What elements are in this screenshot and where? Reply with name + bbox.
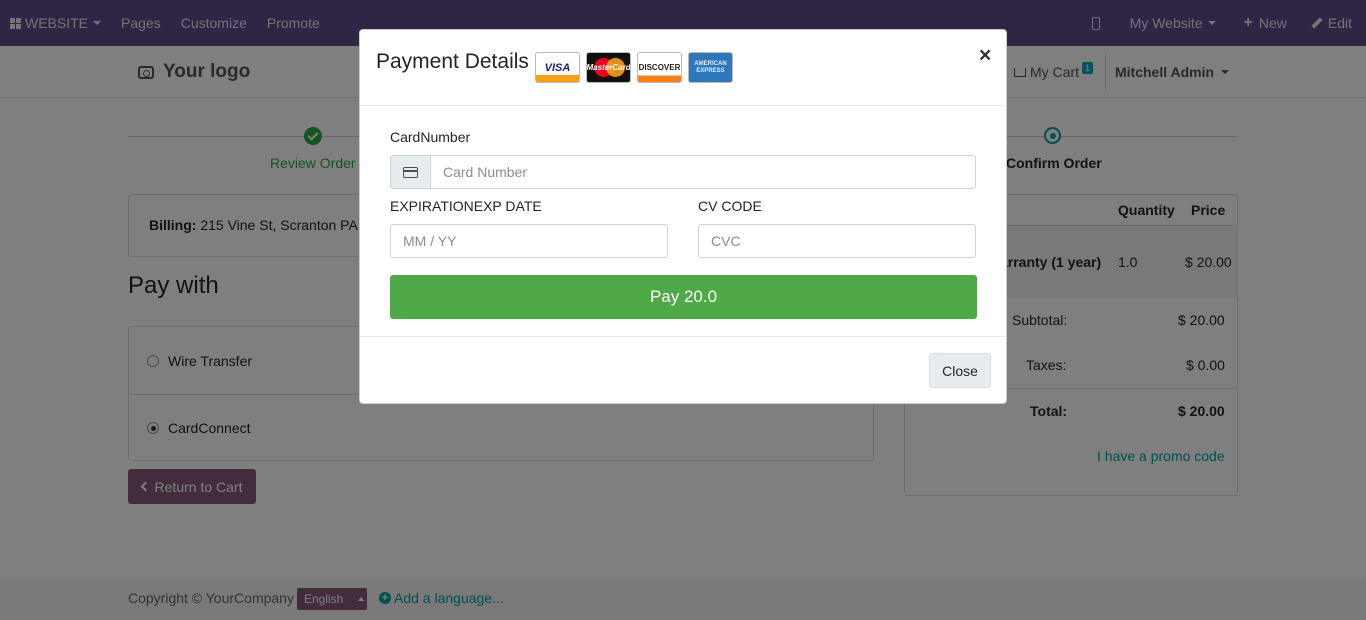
card-brand-logos: VISA MasterCard DISCOVER AMERICAN EXPRES… <box>535 52 733 83</box>
amex-logo-icon: AMERICAN EXPRESS <box>688 52 733 83</box>
modal-header: Payment Details VISA MasterCard DISCOVER… <box>360 30 1006 106</box>
credit-card-icon <box>403 166 418 178</box>
payment-details-modal: Payment Details VISA MasterCard DISCOVER… <box>359 29 1007 404</box>
modal-title: Payment Details <box>376 50 529 73</box>
expiration-input[interactable]: MM / YY <box>390 224 668 258</box>
visa-logo-icon: VISA <box>535 52 580 83</box>
modal-footer: Close <box>360 336 1006 404</box>
close-button[interactable]: Close <box>929 353 991 388</box>
card-number-addon <box>390 155 431 189</box>
card-number-input[interactable]: Card Number <box>430 155 976 189</box>
card-number-label: CardNumber <box>390 129 471 145</box>
pay-button[interactable]: Pay 20.0 <box>390 275 977 319</box>
modal-body: CardNumber Card Number EXPIRATIONEXP DAT… <box>360 106 1006 336</box>
mastercard-logo-icon: MasterCard <box>586 52 631 83</box>
expiration-label: EXPIRATIONEXP DATE <box>390 198 542 214</box>
mastercard-text: MasterCard <box>586 63 631 72</box>
modal-close-x-icon[interactable]: × <box>979 44 991 68</box>
cvc-label: CV CODE <box>698 198 762 214</box>
discover-logo-icon: DISCOVER <box>637 52 682 83</box>
cvc-input[interactable]: CVC <box>698 224 976 258</box>
